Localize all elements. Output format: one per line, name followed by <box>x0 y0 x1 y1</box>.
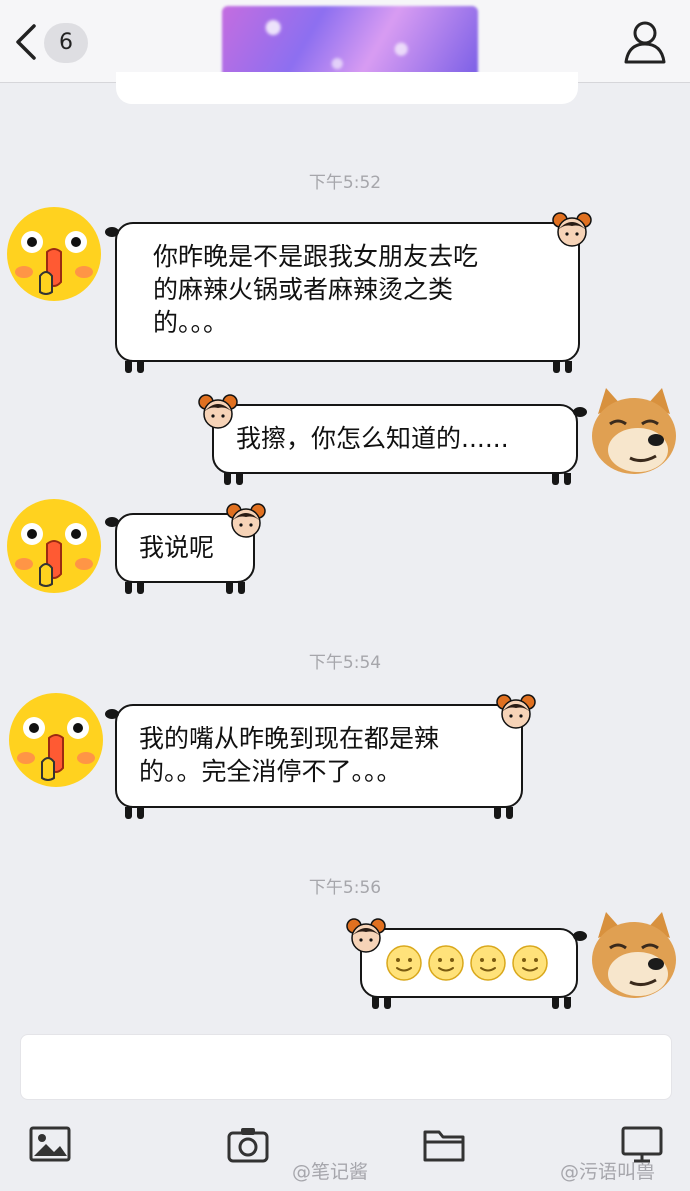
watermark: @污语叫兽 <box>560 1161 656 1183</box>
timestamp: 下午5:52 <box>308 173 382 193</box>
bubble-leg <box>565 361 572 373</box>
bubble-leg <box>552 997 559 1009</box>
smile-face-icon <box>470 945 506 981</box>
watermark: @笔记酱 <box>292 1161 369 1183</box>
message-text: 我的嘴从昨晚到现在都是辣 的。。完全消停不了。。。 <box>139 724 440 786</box>
message-bubble-incoming[interactable]: 我的嘴从昨晚到现在都是辣 的。。完全消停不了。。。 <box>115 704 523 808</box>
shocked-emoji-avatar[interactable] <box>6 206 102 302</box>
bubble-leg <box>236 473 243 485</box>
profile-icon[interactable] <box>622 18 668 66</box>
timestamp: 下午5:56 <box>308 878 382 898</box>
folder-icon[interactable] <box>422 1124 466 1164</box>
shocked-emoji-avatar[interactable] <box>6 498 102 594</box>
bubble-leg <box>125 582 132 594</box>
notice-card <box>116 72 578 104</box>
bubble-leg <box>226 582 233 594</box>
bubble-leg <box>506 807 513 819</box>
message-bubble-outgoing[interactable] <box>360 928 578 998</box>
image-icon[interactable] <box>28 1124 72 1164</box>
bubble-ear <box>105 227 119 237</box>
bubble-leg <box>125 361 132 373</box>
smile-face-icon <box>512 945 548 981</box>
timestamp: 下午5:54 <box>308 653 382 673</box>
bubble-leg <box>137 807 144 819</box>
message-bubble-outgoing[interactable]: 我擦，你怎么知道的...... <box>212 404 578 474</box>
message-text: 你昨晚是不是跟我女朋友去吃 的麻辣火锅或者麻辣烫之类 的。。。 <box>153 242 479 337</box>
bubble-leg <box>224 473 231 485</box>
boy-head-sticker-icon <box>346 918 386 953</box>
camera-icon[interactable] <box>226 1124 270 1164</box>
contact-name-blurred <box>222 6 478 78</box>
unread-count-badge[interactable]: 6 <box>44 23 88 63</box>
shiba-doge-avatar[interactable] <box>586 384 682 480</box>
smile-face-icon <box>386 945 422 981</box>
boy-head-sticker-icon <box>552 212 592 247</box>
bubble-leg <box>137 582 144 594</box>
bubble-ear <box>573 931 587 941</box>
back-arrow-icon[interactable] <box>10 20 46 64</box>
bubble-leg <box>238 582 245 594</box>
bubble-leg <box>564 473 571 485</box>
top-bar: 6 <box>0 0 690 83</box>
bubble-leg <box>553 361 560 373</box>
boy-head-sticker-icon <box>226 503 266 538</box>
shiba-doge-avatar[interactable] <box>586 908 682 1004</box>
boy-head-sticker-icon <box>496 694 536 729</box>
smile-face-icon <box>428 945 464 981</box>
bubble-leg <box>494 807 501 819</box>
bubble-leg <box>552 473 559 485</box>
bubble-ear <box>105 709 119 719</box>
boy-head-sticker-icon <box>198 394 238 429</box>
bubble-leg <box>384 997 391 1009</box>
shocked-emoji-avatar[interactable] <box>8 692 104 788</box>
bubble-leg <box>137 361 144 373</box>
message-input[interactable] <box>20 1034 672 1100</box>
bubble-leg <box>125 807 132 819</box>
bubble-leg <box>372 997 379 1009</box>
bubble-ear <box>105 517 119 527</box>
bubble-leg <box>564 997 571 1009</box>
message-bubble-incoming[interactable]: 你昨晚是不是跟我女朋友去吃 的麻辣火锅或者麻辣烫之类 的。。。 <box>115 222 580 362</box>
message-text: 我擦，你怎么知道的...... <box>236 424 509 453</box>
bubble-ear <box>573 407 587 417</box>
